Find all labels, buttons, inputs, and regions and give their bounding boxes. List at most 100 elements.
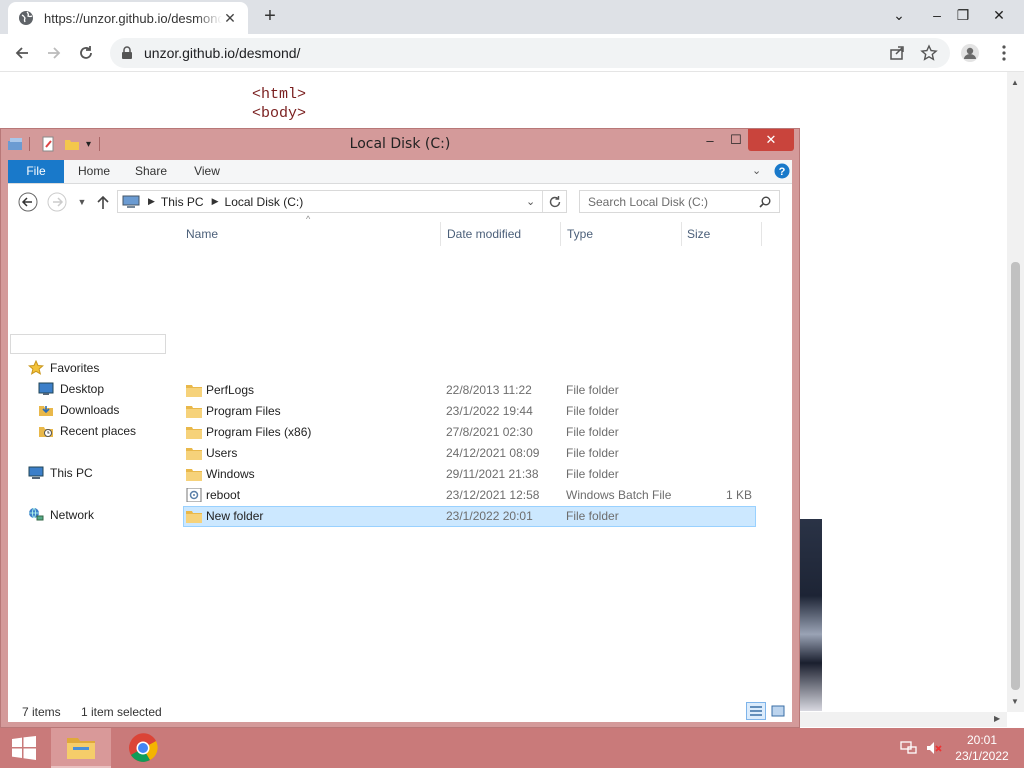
- explorer-minimize-button[interactable]: –: [697, 129, 723, 151]
- explorer-status-bar: 7 items 1 item selected: [8, 702, 792, 722]
- column-divider[interactable]: [560, 222, 561, 246]
- file-date: 23/1/2022 20:01: [446, 509, 533, 523]
- large-icons-view-icon[interactable]: [768, 702, 788, 720]
- file-row[interactable]: Program Files (x86) 27/8/2021 02:30 File…: [183, 422, 756, 443]
- tab-close-icon[interactable]: ✕: [222, 10, 238, 27]
- sort-ascending-icon: ^: [306, 214, 311, 224]
- column-header-date[interactable]: Date modified: [447, 227, 521, 241]
- taskbar-clock[interactable]: 20:01 23/1/2022: [946, 732, 1018, 764]
- folder-icon: [186, 385, 202, 397]
- file-row[interactable]: reboot 23/12/2021 12:58 Windows Batch Fi…: [183, 485, 756, 506]
- folder-icon: [186, 511, 202, 523]
- file-type: File folder: [566, 446, 619, 460]
- file-row-selected[interactable]: New folder 23/1/2022 20:01 File folder: [183, 506, 756, 527]
- taskbar-file-explorer[interactable]: [51, 728, 111, 768]
- help-icon[interactable]: ?: [774, 163, 790, 179]
- column-divider[interactable]: [681, 222, 682, 246]
- volume-muted-icon[interactable]: [925, 740, 943, 756]
- recent-locations-icon[interactable]: ▼: [72, 192, 92, 212]
- column-header-type[interactable]: Type: [567, 227, 593, 241]
- file-row[interactable]: Program Files 23/1/2022 19:44 File folde…: [183, 401, 756, 422]
- file-row[interactable]: Windows 29/11/2021 21:38 File folder: [183, 464, 756, 485]
- nav-recent-places[interactable]: Recent places: [38, 421, 136, 441]
- scroll-up-icon[interactable]: ▲: [1011, 78, 1019, 87]
- explorer-title: Local Disk (C:): [349, 136, 451, 152]
- address-bar[interactable]: unzor.github.io/desmond/: [110, 38, 950, 68]
- explorer-search-input[interactable]: Search Local Disk (C:): [579, 190, 780, 213]
- file-type: File folder: [566, 467, 619, 481]
- file-explorer-icon: [67, 738, 95, 759]
- explorer-content: Favorites Desktop Downloads Recent place…: [8, 214, 792, 702]
- expand-ribbon-icon[interactable]: ⌄: [752, 164, 761, 177]
- breadcrumb-separator-icon: ▶: [148, 196, 155, 206]
- file-row[interactable]: PerfLogs 22/8/2013 11:22 File folder: [183, 380, 756, 401]
- scroll-down-icon[interactable]: ▼: [1011, 697, 1019, 706]
- explorer-back-icon[interactable]: [18, 192, 38, 212]
- this-pc-icon: [28, 465, 44, 481]
- taskbar-chrome[interactable]: [113, 728, 173, 768]
- breadcrumb-local-disk[interactable]: Local Disk (C:): [225, 195, 304, 209]
- page-vertical-scrollbar[interactable]: ▲ ▼: [1007, 72, 1024, 712]
- details-view-icon[interactable]: [746, 702, 766, 720]
- breadcrumb-this-pc[interactable]: This PC: [161, 195, 204, 209]
- address-divider: [542, 191, 543, 212]
- refresh-icon[interactable]: [548, 195, 562, 209]
- nav-network[interactable]: Network: [28, 505, 94, 525]
- folder-icon: [186, 406, 202, 418]
- explorer-forward-icon[interactable]: [47, 192, 67, 212]
- new-tab-button[interactable]: +: [258, 6, 282, 28]
- url-text: unzor.github.io/desmond/: [144, 45, 301, 61]
- star-icon: [28, 360, 44, 376]
- search-icon[interactable]: [759, 196, 771, 208]
- up-level-icon[interactable]: [93, 192, 113, 212]
- windows-logo-icon: [12, 736, 36, 760]
- start-button[interactable]: [0, 728, 48, 768]
- explorer-maximize-button[interactable]: ☐: [723, 129, 749, 151]
- nav-desktop[interactable]: Desktop: [38, 379, 104, 399]
- column-header-name[interactable]: Name: [186, 227, 218, 241]
- back-icon[interactable]: [8, 39, 36, 67]
- reload-icon[interactable]: [72, 39, 100, 67]
- downloads-icon: [38, 402, 54, 418]
- tab-view[interactable]: View: [186, 160, 228, 183]
- file-type: File folder: [566, 383, 619, 397]
- status-item-count: 7 items: [22, 705, 61, 719]
- file-name: PerfLogs: [206, 383, 255, 397]
- explorer-titlebar[interactable]: ▾ Local Disk (C:) – ☐ ✕: [1, 129, 799, 159]
- explorer-address-box[interactable]: ▶ This PC ▶ Local Disk (C:) ⌄: [117, 190, 567, 213]
- forward-icon[interactable]: [40, 39, 68, 67]
- scrollbar-thumb[interactable]: [1011, 262, 1020, 690]
- column-divider[interactable]: [761, 222, 762, 246]
- file-size: 1 KB: [725, 488, 752, 502]
- bookmark-star-icon[interactable]: [920, 44, 938, 62]
- explorer-close-button[interactable]: ✕: [748, 129, 794, 151]
- nav-favorites[interactable]: Favorites: [28, 358, 99, 378]
- network-status-icon[interactable]: [900, 740, 918, 756]
- nav-downloads[interactable]: Downloads: [38, 400, 119, 420]
- nav-this-pc-row[interactable]: [10, 334, 166, 354]
- restore-button[interactable]: ❐: [946, 0, 980, 30]
- folder-icon: [186, 427, 202, 439]
- file-row[interactable]: Users 24/12/2021 08:09 File folder: [183, 443, 756, 464]
- file-type: Windows Batch File: [566, 488, 672, 502]
- address-dropdown-icon[interactable]: ⌄: [526, 195, 535, 208]
- close-browser-button[interactable]: ✕: [982, 0, 1016, 30]
- column-header-size[interactable]: Size: [687, 227, 710, 241]
- share-icon[interactable]: [888, 44, 906, 62]
- scroll-right-icon[interactable]: ▶: [994, 714, 1000, 723]
- globe-icon: [19, 11, 33, 25]
- lock-icon: [122, 46, 132, 59]
- tab-search-icon[interactable]: ⌄: [882, 0, 916, 30]
- column-divider[interactable]: [440, 222, 441, 246]
- nav-this-pc[interactable]: This PC: [28, 463, 93, 483]
- nav-label: Recent places: [60, 424, 137, 438]
- menu-kebab-icon[interactable]: [990, 39, 1018, 67]
- desktop-icon: [38, 381, 54, 397]
- nav-label: Downloads: [60, 403, 120, 417]
- tab-share[interactable]: Share: [128, 160, 174, 183]
- tab-home[interactable]: Home: [72, 160, 116, 183]
- browser-tab[interactable]: https://unzor.github.io/desmond/ ✕: [8, 2, 248, 34]
- code-line: <body>: [252, 105, 307, 122]
- tab-file[interactable]: File: [8, 160, 64, 183]
- profile-avatar-icon[interactable]: [956, 39, 984, 67]
